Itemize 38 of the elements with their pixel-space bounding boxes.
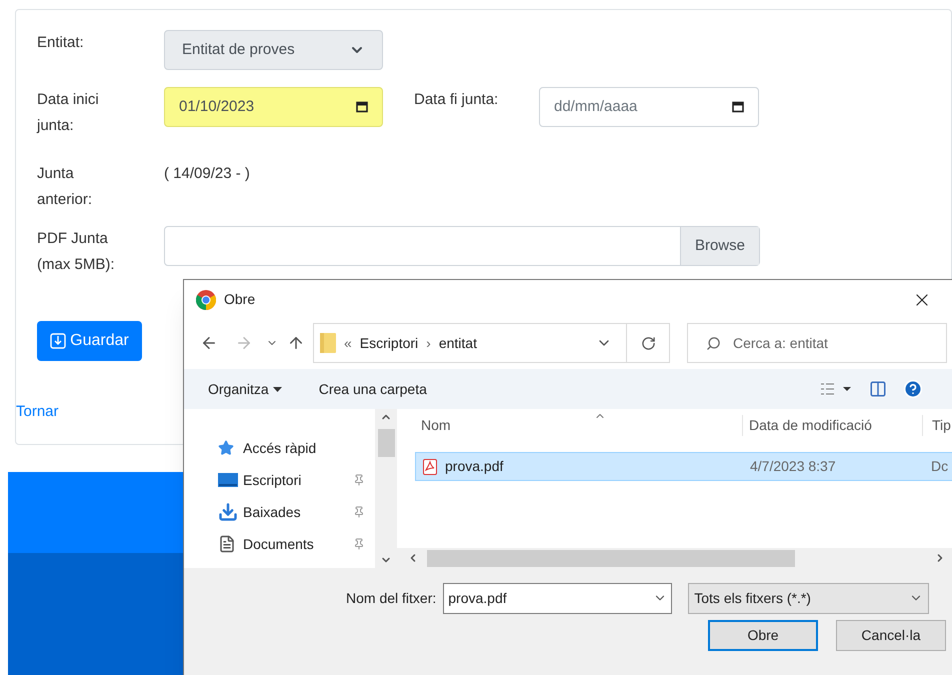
file-date: 4/7/2023 8:37 xyxy=(749,457,837,476)
nav-pane-item[interactable]: Documents xyxy=(218,532,375,556)
dialog-title: Obre xyxy=(224,290,256,309)
search-field[interactable]: Cerca a: entitat xyxy=(687,323,947,363)
address-bar[interactable]: « Escriptori › entitat xyxy=(313,323,670,363)
save-button[interactable]: Guardar xyxy=(37,321,142,361)
end-date-field[interactable]: dd/mm/aaaa xyxy=(539,87,759,127)
start-date-field[interactable]: 01/10/2023 xyxy=(164,87,383,127)
breadcrumb-item[interactable]: Escriptori xyxy=(360,332,418,354)
back-link[interactable]: Tornar xyxy=(16,401,59,424)
filename-label: Nom del fitxer: xyxy=(346,588,436,608)
nav-pane-item[interactable]: Accés ràpid xyxy=(218,436,375,460)
column-header[interactable]: Tip xyxy=(923,415,951,436)
file-type-select[interactable]: Tots els fitxers (*.*) xyxy=(688,582,930,614)
nav-pane-item[interactable]: Baixades xyxy=(218,500,375,524)
column-header[interactable]: Nom xyxy=(415,415,743,436)
open-button[interactable]: Obre xyxy=(708,620,818,651)
field-label: Data fi junta: xyxy=(414,90,500,110)
column-header[interactable]: Data de modificació xyxy=(743,415,923,436)
field-label: Junta anterior: xyxy=(37,164,94,210)
entity-select[interactable]: Entitat de proves xyxy=(164,30,383,70)
field-label: Entitat: xyxy=(37,33,85,53)
organize-menu[interactable]: Organitza xyxy=(208,378,282,400)
nav-pane-item[interactable]: Escriptori xyxy=(218,468,375,492)
breadcrumb-item[interactable]: entitat xyxy=(438,332,477,354)
breadcrumb-item[interactable]: « xyxy=(344,332,352,354)
previous-dates: ( 14/09/23 - ) xyxy=(164,164,250,184)
file-name: prova.pdf xyxy=(445,457,504,476)
breadcrumb-item[interactable]: › xyxy=(426,332,431,354)
field-label: PDF Junta (max 5MB): xyxy=(37,229,116,275)
field-label: Data inici junta: xyxy=(37,90,100,136)
pdf-file-field[interactable]: Browse xyxy=(164,226,760,266)
browse-button[interactable]: Browse xyxy=(680,227,759,265)
file-type: Dc xyxy=(930,457,948,476)
file-row[interactable]: prova.pdf 4/7/2023 8:37 Dc xyxy=(415,452,952,481)
filename-field[interactable]: prova.pdf xyxy=(443,582,672,614)
cancel-button[interactable]: Cancel·la xyxy=(836,620,946,651)
new-folder-button[interactable]: Crea una carpeta xyxy=(318,378,427,400)
